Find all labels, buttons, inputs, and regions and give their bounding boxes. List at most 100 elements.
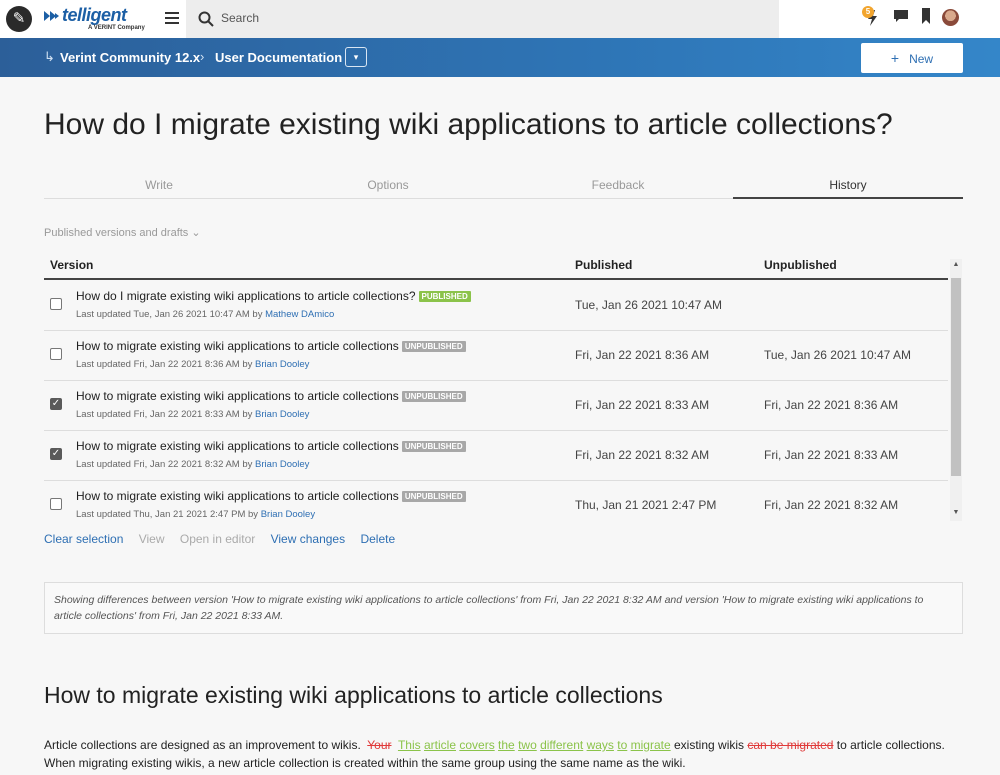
chevron-right-icon: › bbox=[200, 49, 205, 64]
table-row[interactable]: ✓ How to migrate existing wiki applicati… bbox=[44, 381, 948, 431]
tab-bar: Write Options Feedback History bbox=[44, 178, 963, 199]
table-row[interactable]: How to migrate existing wiki application… bbox=[44, 331, 948, 381]
paragraph-start: Article collections are designed as an i… bbox=[44, 738, 361, 752]
table-row[interactable]: How do I migrate existing wiki applicati… bbox=[44, 281, 948, 331]
unpublished-date: Fri, Jan 22 2021 8:36 AM bbox=[764, 398, 899, 412]
published-date: Tue, Jan 26 2021 10:47 AM bbox=[575, 298, 722, 312]
version-title-text[interactable]: How do I migrate existing wiki applicati… bbox=[76, 289, 416, 303]
last-updated: Last updated Fri, Jan 22 2021 8:36 AM by… bbox=[76, 359, 309, 370]
status-badge: UNPUBLISHED bbox=[401, 441, 466, 452]
row-checkbox[interactable]: ✓ bbox=[50, 448, 62, 460]
version-title[interactable]: How to migrate existing wiki application… bbox=[76, 339, 466, 353]
chat-icon[interactable] bbox=[893, 8, 909, 24]
author-link[interactable]: Brian Dooley bbox=[255, 359, 309, 370]
scroll-down-arrow-icon[interactable]: ▼ bbox=[950, 509, 962, 516]
column-header-version[interactable]: Version bbox=[50, 258, 93, 272]
logo-arrows-icon bbox=[44, 11, 59, 21]
inserted-word: ways bbox=[586, 738, 614, 752]
last-updated: Last updated Tue, Jan 26 2021 10:47 AM b… bbox=[76, 309, 334, 320]
view-changes-link[interactable]: View changes bbox=[271, 532, 346, 546]
table-header: Version Published Unpublished bbox=[44, 254, 948, 280]
published-date: Thu, Jan 21 2021 2:47 PM bbox=[575, 498, 717, 512]
column-header-published[interactable]: Published bbox=[575, 258, 632, 272]
published-date: Fri, Jan 22 2021 8:36 AM bbox=[575, 348, 710, 362]
plus-icon: + bbox=[890, 50, 900, 66]
version-title-text[interactable]: How to migrate existing wiki application… bbox=[76, 489, 399, 503]
pencil-icon[interactable]: ✎ bbox=[6, 6, 32, 32]
status-badge: UNPUBLISHED bbox=[401, 491, 466, 502]
version-title[interactable]: How to migrate existing wiki application… bbox=[76, 439, 466, 453]
column-header-unpublished[interactable]: Unpublished bbox=[764, 258, 837, 272]
last-updated: Last updated Fri, Jan 22 2021 8:32 AM by… bbox=[76, 459, 309, 470]
author-link[interactable]: Brian Dooley bbox=[255, 459, 309, 470]
history-actions: Clear selection View Open in editor View… bbox=[44, 532, 407, 546]
view-link[interactable]: View bbox=[139, 532, 165, 546]
row-checkbox[interactable]: ✓ bbox=[50, 398, 62, 410]
search-bar[interactable]: Search bbox=[186, 0, 779, 38]
inserted-word: covers bbox=[459, 738, 495, 752]
search-icon bbox=[198, 11, 214, 27]
paragraph-mid: existing wikis bbox=[674, 738, 745, 752]
page-title: How do I migrate existing wiki applicati… bbox=[44, 108, 893, 141]
breadcrumb-item-community[interactable]: Verint Community 12.x bbox=[60, 50, 200, 65]
logo-text: telligent bbox=[62, 5, 127, 25]
author-link[interactable]: Brian Dooley bbox=[261, 509, 315, 520]
breadcrumb-return-icon: ↳ bbox=[44, 49, 55, 64]
inserted-word: migrate bbox=[630, 738, 671, 752]
version-title[interactable]: How to migrate existing wiki application… bbox=[76, 389, 466, 403]
inserted-word: the bbox=[498, 738, 515, 752]
published-date: Fri, Jan 22 2021 8:33 AM bbox=[575, 398, 710, 412]
row-checkbox[interactable] bbox=[50, 298, 62, 310]
version-filter-dropdown[interactable]: Published versions and drafts ⌄ bbox=[44, 226, 201, 239]
table-row[interactable]: ✓ How to migrate existing wiki applicati… bbox=[44, 431, 948, 481]
last-updated-text: Last updated Fri, Jan 22 2021 8:36 AM by bbox=[76, 359, 253, 370]
filter-label: Published versions and drafts bbox=[44, 227, 189, 239]
open-in-editor-link[interactable]: Open in editor bbox=[180, 532, 255, 546]
published-date: Fri, Jan 22 2021 8:32 AM bbox=[575, 448, 710, 462]
last-updated-text: Last updated Fri, Jan 22 2021 8:32 AM by bbox=[76, 459, 253, 470]
scroll-up-arrow-icon[interactable]: ▲ bbox=[950, 261, 962, 268]
last-updated-text: Last updated Fri, Jan 22 2021 8:33 AM by bbox=[76, 409, 253, 420]
deleted-text: can be migrated bbox=[747, 738, 834, 752]
diff-description: Showing differences between version 'How… bbox=[44, 582, 963, 634]
clear-selection-link[interactable]: Clear selection bbox=[44, 532, 123, 546]
unpublished-date: Fri, Jan 22 2021 8:32 AM bbox=[764, 498, 899, 512]
table-scrollbar[interactable]: ▲ ▼ bbox=[950, 259, 962, 521]
scrollbar-thumb[interactable] bbox=[951, 278, 961, 476]
delete-link[interactable]: Delete bbox=[360, 532, 395, 546]
tab-options[interactable]: Options bbox=[273, 178, 503, 199]
row-checkbox[interactable] bbox=[50, 498, 62, 510]
breadcrumb-item-docs[interactable]: User Documentation bbox=[215, 50, 342, 65]
search-input[interactable]: Search bbox=[221, 11, 259, 25]
unpublished-date: Tue, Jan 26 2021 10:47 AM bbox=[764, 348, 911, 362]
inserted-text: This article covers the two different wa… bbox=[398, 738, 671, 752]
tab-history[interactable]: History bbox=[733, 178, 963, 199]
table-row[interactable]: How to migrate existing wiki application… bbox=[44, 481, 948, 522]
row-checkbox[interactable] bbox=[50, 348, 62, 360]
chevron-down-icon: ⌄ bbox=[191, 227, 201, 239]
author-link[interactable]: Brian Dooley bbox=[255, 409, 309, 420]
chevron-down-icon[interactable]: ▾ bbox=[345, 47, 367, 67]
version-title-text[interactable]: How to migrate existing wiki application… bbox=[76, 339, 399, 353]
breadcrumb: ↳ Verint Community 12.x › User Documenta… bbox=[0, 38, 1000, 77]
version-title[interactable]: How do I migrate existing wiki applicati… bbox=[76, 289, 471, 303]
version-title-text[interactable]: How to migrate existing wiki application… bbox=[76, 389, 399, 403]
bookmark-icon[interactable] bbox=[921, 8, 931, 24]
inserted-word: two bbox=[518, 738, 537, 752]
last-updated-text: Last updated Thu, Jan 21 2021 2:47 PM by bbox=[76, 509, 259, 520]
version-title-text[interactable]: How to migrate existing wiki application… bbox=[76, 439, 399, 453]
tab-feedback[interactable]: Feedback bbox=[503, 178, 733, 199]
inserted-word: to bbox=[617, 738, 628, 752]
new-button-label: New bbox=[909, 52, 934, 66]
new-button[interactable]: + New bbox=[861, 43, 963, 73]
article-paragraph: Article collections are designed as an i… bbox=[44, 736, 963, 772]
history-table: Version Published Unpublished How do I m… bbox=[44, 254, 963, 522]
author-link[interactable]: Mathew DAmico bbox=[265, 309, 334, 320]
version-title[interactable]: How to migrate existing wiki application… bbox=[76, 489, 466, 503]
last-updated: Last updated Fri, Jan 22 2021 8:33 AM by… bbox=[76, 409, 309, 420]
avatar[interactable] bbox=[942, 9, 959, 26]
top-bar: ✎ telligent A VERINT Company Search 5 bbox=[0, 0, 1000, 38]
hamburger-menu-icon[interactable] bbox=[165, 12, 179, 24]
telligent-logo[interactable]: telligent A VERINT Company bbox=[44, 4, 145, 34]
tab-write[interactable]: Write bbox=[44, 178, 274, 199]
